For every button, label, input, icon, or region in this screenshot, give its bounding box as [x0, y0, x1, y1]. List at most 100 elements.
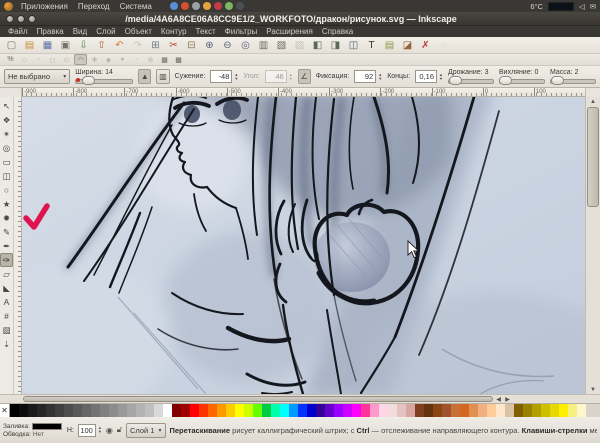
color-swatch[interactable]: [145, 404, 154, 417]
color-swatch[interactable]: [325, 404, 334, 417]
color-swatch[interactable]: [406, 404, 415, 417]
toolbar-button[interactable]: ↶: [111, 38, 128, 53]
launcher-icon[interactable]: [181, 2, 189, 10]
color-swatch[interactable]: [244, 404, 253, 417]
color-swatch[interactable]: [496, 404, 505, 417]
color-swatch[interactable]: [136, 404, 145, 417]
toolbar-button[interactable]: ✗: [417, 38, 434, 53]
color-swatch[interactable]: [568, 404, 577, 417]
color-swatch[interactable]: [271, 404, 280, 417]
color-swatch[interactable]: [172, 404, 181, 417]
color-swatch[interactable]: [415, 404, 424, 417]
color-swatch[interactable]: [559, 404, 568, 417]
toolbar-button[interactable]: ⊞: [147, 38, 164, 53]
snap-toolbar-button[interactable]: ◠: [74, 54, 87, 65]
color-swatch[interactable]: [343, 404, 352, 417]
scroll-left-icon[interactable]: ◀: [494, 395, 503, 403]
color-swatch[interactable]: [163, 404, 172, 417]
system-monitor-applet[interactable]: [548, 2, 574, 11]
toolbar-button[interactable]: ▨: [291, 38, 308, 53]
color-swatch[interactable]: [190, 404, 199, 417]
trace-background-toggle[interactable]: ▥: [156, 69, 169, 84]
toolbar-button[interactable]: ◎: [237, 38, 254, 53]
layer-lock-icon[interactable]: 🔓︎: [117, 425, 122, 435]
weather-indicator[interactable]: 6°C: [530, 2, 543, 11]
speaker-icon[interactable]: ◁: [579, 2, 585, 11]
tool-button[interactable]: ✑: [0, 253, 13, 267]
color-swatch[interactable]: [334, 404, 343, 417]
toolbar-button[interactable]: ↷: [129, 38, 146, 53]
tool-button[interactable]: #: [0, 309, 13, 323]
window-minimize-button[interactable]: [17, 15, 25, 23]
color-swatch[interactable]: [505, 404, 514, 417]
vertical-scrollbar[interactable]: ▲ ▼: [585, 97, 600, 394]
menu-item[interactable]: Расширения: [262, 27, 317, 36]
toolbar-button[interactable]: ▥: [255, 38, 272, 53]
opacity-spinner[interactable]: 100 ▲▼: [78, 424, 102, 437]
vertical-scrollbar-thumb[interactable]: [587, 107, 599, 207]
tool-button[interactable]: ⇣: [0, 337, 13, 351]
color-swatch[interactable]: [352, 404, 361, 417]
color-swatch[interactable]: [424, 404, 433, 417]
color-swatch[interactable]: [361, 404, 370, 417]
fixation-spinner[interactable]: 92 ▲▼: [354, 70, 382, 83]
toolbar-button[interactable]: ▢: [3, 38, 20, 53]
toolbar-button[interactable]: ⇩: [75, 38, 92, 53]
launcher-icon[interactable]: [170, 2, 178, 10]
panel-menu-applications[interactable]: Приложения: [19, 2, 70, 11]
tool-button[interactable]: ◣: [0, 281, 13, 295]
launcher-icon[interactable]: [214, 2, 222, 10]
menu-item[interactable]: Файл: [4, 27, 32, 36]
toolbar-button[interactable]: ▧: [273, 38, 290, 53]
color-swatch[interactable]: [532, 404, 541, 417]
color-swatch[interactable]: [307, 404, 316, 417]
tool-button[interactable]: ▧: [0, 323, 13, 337]
window-maximize-button[interactable]: [28, 15, 36, 23]
tool-button[interactable]: ▱: [0, 267, 13, 281]
color-swatch[interactable]: [451, 404, 460, 417]
color-swatch[interactable]: [46, 404, 55, 417]
color-swatch[interactable]: [127, 404, 136, 417]
caps-spinner[interactable]: 0,16 ▲▼: [415, 70, 443, 83]
color-swatch[interactable]: [523, 404, 532, 417]
color-swatch[interactable]: [217, 404, 226, 417]
tremor-slider[interactable]: [448, 77, 494, 84]
color-swatch[interactable]: [298, 404, 307, 417]
snap-toolbar-button[interactable]: ◆: [102, 54, 115, 65]
mail-icon[interactable]: ✉: [590, 2, 596, 11]
scroll-down-icon[interactable]: ▼: [586, 385, 600, 394]
color-swatch[interactable]: [487, 404, 496, 417]
color-swatch[interactable]: [235, 404, 244, 417]
snap-toolbar-button[interactable]: ◇: [18, 54, 31, 65]
toolbar-button[interactable]: ◫: [345, 38, 362, 53]
layer-visibility-eye-icon[interactable]: ◉: [106, 426, 113, 435]
menu-item[interactable]: Текст: [192, 27, 220, 36]
scroll-up-icon[interactable]: ▲: [586, 97, 600, 106]
color-swatch[interactable]: [253, 404, 262, 417]
color-swatch[interactable]: [541, 404, 550, 417]
menu-item[interactable]: Контур: [157, 27, 191, 36]
menu-item[interactable]: Вид: [69, 27, 91, 36]
color-swatch[interactable]: [379, 404, 388, 417]
color-swatch[interactable]: [478, 404, 487, 417]
vertical-ruler[interactable]: [14, 97, 22, 394]
launcher-icon[interactable]: [203, 2, 211, 10]
color-swatch[interactable]: [19, 404, 28, 417]
use-pressure-toggle[interactable]: ▲: [138, 69, 151, 84]
color-swatch[interactable]: [208, 404, 217, 417]
snap-toolbar-button[interactable]: ⊙: [60, 54, 73, 65]
wiggle-slider[interactable]: [499, 77, 545, 84]
snap-toolbar-button[interactable]: ●: [116, 54, 129, 65]
toolbar-button[interactable]: ▣: [57, 38, 74, 53]
toolbar-button[interactable]: ▤: [381, 38, 398, 53]
mass-slider[interactable]: [550, 77, 596, 84]
menu-item[interactable]: Слой: [92, 27, 119, 36]
tool-button[interactable]: ↖: [0, 99, 13, 113]
color-swatch[interactable]: [109, 404, 118, 417]
toolbar-button[interactable]: ◧: [309, 38, 326, 53]
color-swatch[interactable]: [55, 404, 64, 417]
horizontal-scrollbar-thumb[interactable]: [23, 396, 493, 402]
drawing-canvas[interactable]: [22, 97, 585, 394]
color-swatch[interactable]: [262, 404, 271, 417]
color-swatch[interactable]: [460, 404, 469, 417]
